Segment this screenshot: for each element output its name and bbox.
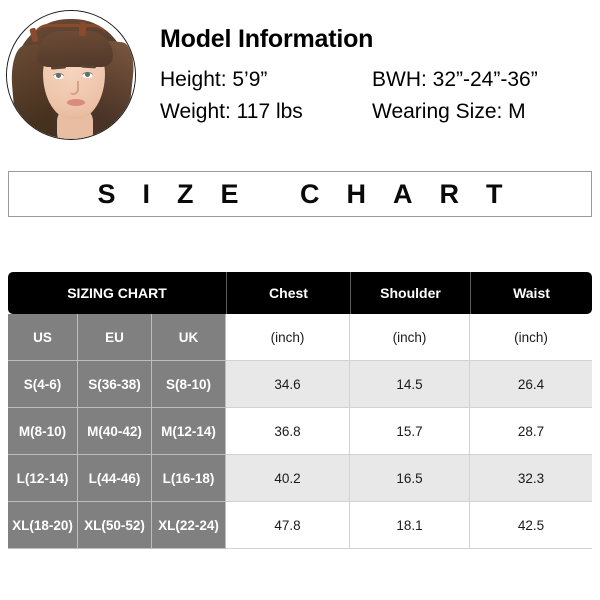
cell-eu: L(44-46)	[78, 455, 152, 502]
cell-eu: M(40-42)	[78, 408, 152, 455]
model-height: Height: 5’9”	[160, 67, 268, 91]
table-row: M(8-10) M(40-42) M(12-14) 36.8 15.7 28.7	[8, 408, 592, 455]
subheader-shoulder-unit: (inch)	[350, 314, 470, 361]
cell-chest: 40.2	[226, 455, 350, 502]
subheader-uk: UK	[152, 314, 226, 361]
subheader-us: US	[8, 314, 78, 361]
mouth-shape	[67, 99, 85, 106]
cell-us: XL(18-20)	[8, 502, 78, 549]
pupil-right	[85, 72, 90, 77]
portrait-illustration	[7, 11, 135, 139]
model-wearing-size: Wearing Size: M	[372, 99, 526, 123]
subheader-eu: EU	[78, 314, 152, 361]
size-chart-banner: SIZE CHART	[8, 171, 592, 217]
model-detail-row: Height: 5’9” BWH: 32”-24”-36”	[160, 63, 590, 95]
model-information-title: Model Information	[160, 25, 374, 53]
cell-eu: S(36-38)	[78, 361, 152, 408]
cell-shoulder: 14.5	[350, 361, 470, 408]
cell-shoulder: 18.1	[350, 502, 470, 549]
headband-shape	[33, 24, 107, 39]
cell-eu: XL(50-52)	[78, 502, 152, 549]
headband-clip-right	[78, 21, 87, 37]
table-header-sizing-chart: SIZING CHART	[67, 285, 167, 301]
cell-uk: L(16-18)	[152, 455, 226, 502]
cell-chest: 36.8	[226, 408, 350, 455]
table-header-shoulder: Shoulder	[350, 272, 470, 314]
model-bwh: BWH: 32”-24”-36”	[372, 67, 538, 91]
cell-us: S(4-6)	[8, 361, 78, 408]
table-row: L(12-14) L(44-46) L(16-18) 40.2 16.5 32.…	[8, 455, 592, 502]
cell-uk: S(8-10)	[152, 361, 226, 408]
sizing-table: SIZING CHART Chest Shoulder Waist US EU …	[8, 272, 592, 549]
table-header-waist: Waist	[470, 272, 592, 314]
cell-shoulder: 15.7	[350, 408, 470, 455]
cell-waist: 28.7	[470, 408, 592, 455]
model-information-section: Model Information Height: 5’9” BWH: 32”-…	[0, 0, 600, 155]
cell-waist: 26.4	[470, 361, 592, 408]
model-weight: Weight: 117 lbs	[160, 99, 303, 123]
size-chart-page: Model Information Height: 5’9” BWH: 32”-…	[0, 0, 600, 600]
cell-us: L(12-14)	[8, 455, 78, 502]
model-details-grid: Height: 5’9” BWH: 32”-24”-36” Weight: 11…	[160, 63, 590, 127]
table-row: XL(18-20) XL(50-52) XL(22-24) 47.8 18.1 …	[8, 502, 592, 549]
table-header-row: SIZING CHART Chest Shoulder Waist	[8, 272, 592, 314]
model-photo	[6, 10, 136, 140]
model-detail-row: Weight: 117 lbs Wearing Size: M	[160, 95, 590, 127]
cell-waist: 42.5	[470, 502, 592, 549]
cell-chest: 47.8	[226, 502, 350, 549]
cell-uk: XL(22-24)	[152, 502, 226, 549]
cell-waist: 32.3	[470, 455, 592, 502]
subheader-chest-unit: (inch)	[226, 314, 350, 361]
table-header-chest: Chest	[226, 272, 350, 314]
subheader-waist-unit: (inch)	[470, 314, 592, 361]
cell-us: M(8-10)	[8, 408, 78, 455]
pupil-left	[56, 73, 61, 78]
size-chart-banner-text: SIZE CHART	[97, 178, 530, 209]
cell-uk: M(12-14)	[152, 408, 226, 455]
table-subheader-row: US EU UK (inch) (inch) (inch)	[8, 314, 592, 361]
table-row: S(4-6) S(36-38) S(8-10) 34.6 14.5 26.4	[8, 361, 592, 408]
cell-chest: 34.6	[226, 361, 350, 408]
cell-shoulder: 16.5	[350, 455, 470, 502]
